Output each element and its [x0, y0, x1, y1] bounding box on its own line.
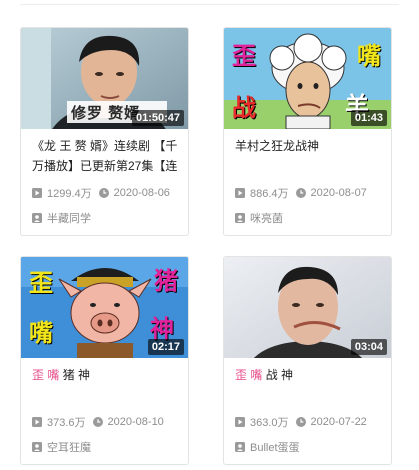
view-count: 363.0万: [250, 417, 289, 429]
video-title[interactable]: 羊村之狂龙战神: [235, 136, 383, 156]
author-name: 空耳狂魔: [47, 442, 91, 454]
title-text: 猪 神: [62, 368, 91, 382]
thumbnail-caption: 修罗 赘婿: [71, 105, 141, 122]
thumbnail-char: 歪: [29, 270, 53, 297]
clock-icon: [92, 417, 103, 427]
video-thumbnail[interactable]: 歪 嘴 战 羊 01:43: [224, 28, 391, 129]
video-stats: 1299.4万 2020-08-06: [32, 185, 182, 201]
video-duration: 01:50:47: [131, 110, 184, 126]
video-title[interactable]: 歪 嘴 猪 神: [32, 365, 180, 385]
author-name: 半藏同学: [47, 213, 91, 225]
user-icon: [32, 213, 42, 223]
view-count: 886.4万: [250, 188, 289, 200]
upload-date: 2020-08-06: [113, 187, 170, 199]
user-icon: [32, 442, 42, 452]
thumbnail-char: 嘴: [357, 43, 381, 70]
video-thumbnail[interactable]: 歪 猪 嘴 神 02:17: [21, 257, 188, 358]
play-count-icon: [235, 417, 245, 427]
play-count-icon: [32, 188, 42, 198]
video-duration: 02:17: [147, 339, 184, 355]
upload-date: 2020-08-07: [310, 187, 367, 199]
title-text: 羊村之狂龙战神: [235, 139, 320, 153]
author-name: Bullet蛋蛋: [250, 442, 300, 454]
view-count: 1299.4万: [47, 188, 92, 200]
video-stats: 363.0万 2020-07-22: [235, 414, 385, 430]
play-count-icon: [235, 188, 245, 198]
upload-date: 2020-08-10: [107, 416, 164, 428]
video-stats: 886.4万 2020-08-07: [235, 185, 385, 201]
top-divider: [20, 4, 399, 5]
video-author[interactable]: Bullet蛋蛋: [235, 439, 300, 455]
video-thumbnail[interactable]: 修罗 赘婿 01:50:47: [21, 28, 188, 129]
video-author[interactable]: 空耳狂魔: [32, 439, 91, 455]
video-thumbnail[interactable]: 03:04: [224, 257, 391, 358]
video-card[interactable]: 修罗 赘婿 01:50:47 《龙 王 赘 婿》连续剧 【千万播放】已更新第27…: [20, 27, 189, 236]
title-highlight: 歪 嘴: [32, 368, 60, 382]
thumbnail-char: 猪: [154, 268, 178, 295]
video-duration: 01:43: [350, 110, 387, 126]
upload-date: 2020-07-22: [310, 416, 367, 428]
clock-icon: [98, 188, 109, 198]
title-text: 《龙 王 赘 婿》连续剧 【千万播放】已更新第27集【连: [32, 139, 178, 173]
video-card[interactable]: 03:04 歪 嘴 战 神 363.0万 2020-07-22 Bullet蛋蛋: [223, 256, 392, 465]
video-stats: 373.6万 2020-08-10: [32, 414, 182, 430]
video-author[interactable]: 咪亮菌: [235, 210, 283, 226]
user-icon: [235, 442, 245, 452]
view-count: 373.6万: [47, 417, 86, 429]
video-card[interactable]: 歪 嘴 战 羊 01:43 羊村之狂龙战神 886.4万 2020-08-07 …: [223, 27, 392, 236]
video-title[interactable]: 歪 嘴 战 神: [235, 365, 383, 385]
video-author[interactable]: 半藏同学: [32, 210, 91, 226]
clock-icon: [295, 417, 306, 427]
video-title[interactable]: 《龙 王 赘 婿》连续剧 【千万播放】已更新第27集【连: [32, 136, 180, 176]
video-duration: 03:04: [350, 339, 387, 355]
video-card[interactable]: 歪 猪 嘴 神 02:17 歪 嘴 猪 神 373.6万 2020-08-10 …: [20, 256, 189, 465]
author-name: 咪亮菌: [250, 213, 283, 225]
title-highlight: 歪 嘴: [235, 368, 263, 382]
play-count-icon: [32, 417, 42, 427]
user-icon: [235, 213, 245, 223]
thumbnail-char: 嘴: [29, 320, 53, 347]
thumbnail-char: 战: [232, 95, 256, 122]
title-text: 战 神: [265, 368, 294, 382]
clock-icon: [295, 188, 306, 198]
thumbnail-char: 歪: [232, 43, 256, 70]
